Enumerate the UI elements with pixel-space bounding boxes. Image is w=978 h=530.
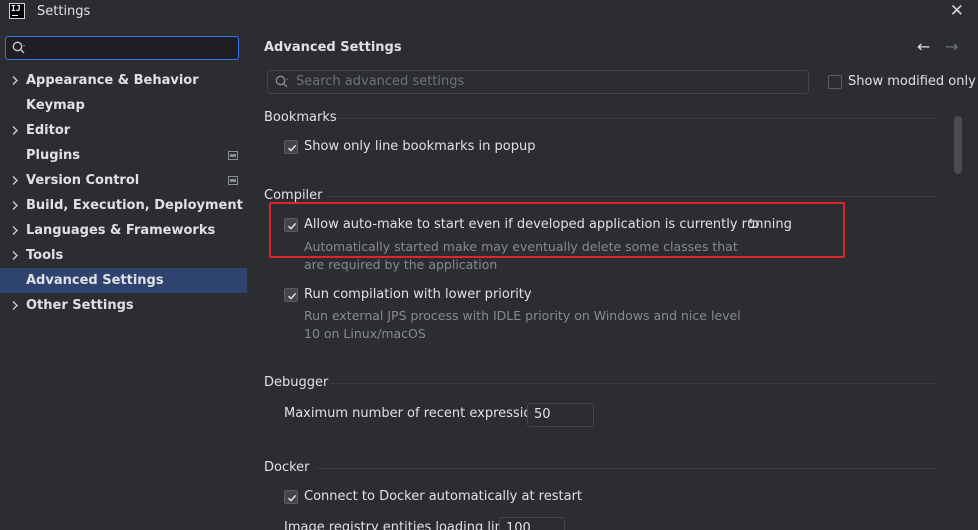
sidebar-item-build-execution-deployment[interactable]: Build, Execution, Deployment xyxy=(0,193,247,218)
docker-connect-checkbox[interactable] xyxy=(284,490,298,504)
bookmarks-popup-checkbox[interactable] xyxy=(284,140,298,154)
docker-connect-label[interactable]: Connect to Docker automatically at resta… xyxy=(304,489,582,504)
sidebar-item-label: Editor xyxy=(26,123,71,138)
search-placeholder: Search advanced settings xyxy=(296,74,465,89)
registry-limit-label: Image registry entities loading limit: xyxy=(284,520,521,530)
vertical-scrollbar[interactable] xyxy=(954,116,962,174)
sidebar-item-label: Advanced Settings xyxy=(26,273,164,288)
section-header-bookmarks: Bookmarks xyxy=(264,110,337,125)
sidebar-item-version-control[interactable]: Version Control xyxy=(0,168,247,193)
show-modified-label[interactable]: Show modified only xyxy=(848,74,976,89)
sidebar-item-label: Tools xyxy=(26,248,64,263)
section-divider xyxy=(315,468,937,469)
sidebar-item-editor[interactable]: Editor xyxy=(0,118,247,143)
sidebar-item-label: Plugins xyxy=(26,148,80,163)
recent-expressions-input[interactable]: 50 xyxy=(527,403,594,427)
check-icon xyxy=(287,494,297,502)
low-priority-description-2: 10 on Linux/macOS xyxy=(304,326,426,341)
section-divider xyxy=(331,383,937,384)
window-title: Settings xyxy=(37,4,91,19)
page-title: Advanced Settings xyxy=(264,40,402,55)
advanced-search-input[interactable]: Search advanced settings xyxy=(267,70,809,94)
sidebar-item-plugins[interactable]: Plugins xyxy=(0,143,247,168)
chevron-right-icon[interactable] xyxy=(10,218,20,243)
close-icon[interactable]: ✕ xyxy=(950,2,964,20)
sidebar-item-languages-frameworks[interactable]: Languages & Frameworks xyxy=(0,218,247,243)
sidebar-item-label: Appearance & Behavior xyxy=(26,73,199,88)
chevron-right-icon[interactable] xyxy=(10,168,20,193)
section-divider xyxy=(337,118,937,119)
settings-sidebar: Appearance & Behavior Keymap Editor Plugins… xyxy=(0,26,247,530)
registry-limit-input[interactable]: 100 xyxy=(499,517,565,530)
forward-arrow-icon[interactable]: → xyxy=(945,38,958,56)
recent-expressions-label: Maximum number of recent expressions: xyxy=(284,406,551,421)
sidebar-item-other-settings[interactable]: Other Settings xyxy=(0,293,247,318)
section-header-compiler: Compiler xyxy=(264,188,323,203)
bookmarks-popup-label[interactable]: Show only line bookmarks in popup xyxy=(304,139,535,154)
title-bar: IJ Settings ✕ xyxy=(0,0,978,26)
search-icon xyxy=(275,75,288,88)
sidebar-item-label: Keymap xyxy=(26,98,85,113)
sidebar-item-keymap[interactable]: Keymap xyxy=(0,93,247,118)
check-icon xyxy=(287,292,297,300)
search-icon xyxy=(12,41,25,54)
low-priority-compilation-label[interactable]: Run compilation with lower priority xyxy=(304,287,532,302)
sidebar-item-label: Version Control xyxy=(26,173,140,188)
chevron-right-icon[interactable] xyxy=(10,118,20,143)
sidebar-item-label: Other Settings xyxy=(26,298,134,313)
back-arrow-icon[interactable]: ← xyxy=(917,38,930,56)
chevron-right-icon[interactable] xyxy=(10,293,20,318)
modified-badge-icon xyxy=(228,176,238,185)
sidebar-item-label: Languages & Frameworks xyxy=(26,223,216,238)
modified-badge-icon xyxy=(228,151,238,160)
sidebar-item-tools[interactable]: Tools xyxy=(0,243,247,268)
low-priority-compilation-checkbox[interactable] xyxy=(284,288,298,302)
section-header-debugger: Debugger xyxy=(264,375,329,390)
sidebar-item-appearance-behavior[interactable]: Appearance & Behavior xyxy=(0,68,247,93)
show-modified-checkbox[interactable] xyxy=(828,75,842,89)
chevron-right-icon[interactable] xyxy=(10,68,20,93)
sidebar-item-advanced-settings[interactable]: Advanced Settings xyxy=(0,268,247,293)
low-priority-description-1: Run external JPS process with IDLE prior… xyxy=(304,308,741,323)
sidebar-search-input[interactable] xyxy=(5,36,239,60)
app-logo-icon: IJ xyxy=(9,3,25,19)
allow-auto-make-description-2: are required by the application xyxy=(304,257,498,272)
section-header-docker: Docker xyxy=(264,460,310,475)
check-icon xyxy=(287,144,297,152)
chevron-right-icon[interactable] xyxy=(10,193,20,218)
advanced-settings-panel: Advanced Settings ← → Search advanced se… xyxy=(247,26,978,530)
annotation-highlight-box xyxy=(269,202,845,258)
chevron-right-icon[interactable] xyxy=(10,243,20,268)
sidebar-item-label: Build, Execution, Deployment xyxy=(26,198,243,213)
section-divider xyxy=(327,196,937,197)
